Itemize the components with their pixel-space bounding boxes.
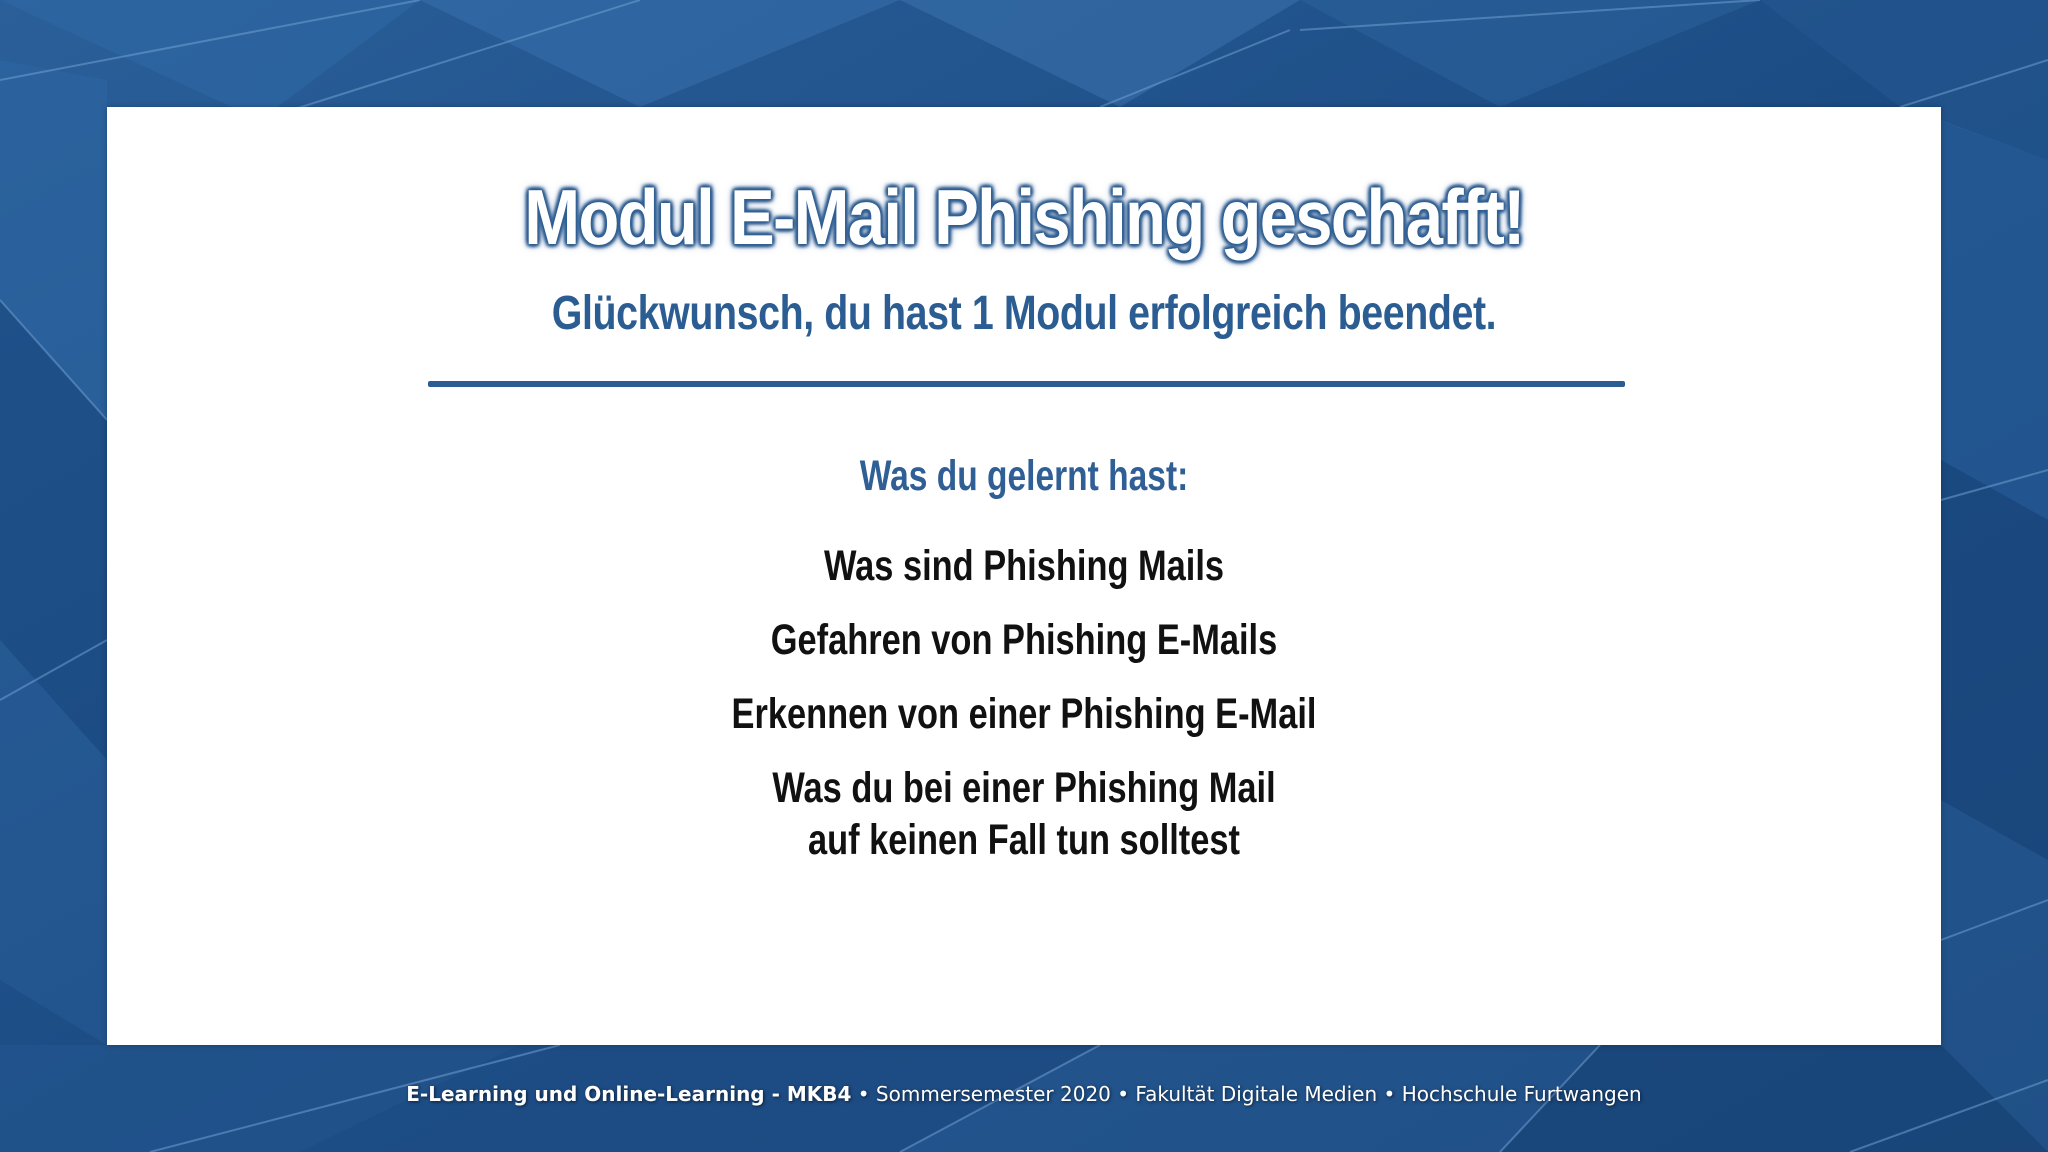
divider [428,381,1625,387]
learned-item: Gefahren von Phishing E-Mails [205,614,1843,666]
learned-item: Erkennen von einer Phishing E-Mail [205,688,1843,740]
learned-heading: Was du gelernt hast: [859,452,1189,500]
footer-course: E-Learning und Online-Learning - MKB4 [406,1082,852,1106]
footer-university: Hochschule Furtwangen [1401,1082,1642,1106]
learned-list: Was sind Phishing Mails Gefahren von Phi… [0,540,2048,888]
footer-separator: • [1383,1082,1396,1106]
page-title: Modul E-Mail Phishing geschafft! [524,173,1525,261]
footer: E-Learning und Online-Learning - MKB4 • … [0,1082,2048,1106]
footer-separator: • [1117,1082,1130,1106]
footer-semester: Sommersemester 2020 [875,1082,1111,1106]
footer-separator: • [857,1082,870,1106]
learned-item-line: Gefahren von Phishing E-Mails [770,616,1278,664]
learned-item-line: Erkennen von einer Phishing E-Mail [731,690,1317,738]
learned-item-line: Was sind Phishing Mails [823,542,1225,590]
learned-item: Was du bei einer Phishing Mail auf keine… [205,762,1843,866]
learned-item-line: Was du bei einer Phishing Mail [772,764,1276,812]
congratulation-subtitle: Glückwunsch, du hast 1 Modul erfolgreich… [551,287,1497,340]
learned-item-line: auf keinen Fall tun solltest [808,816,1240,864]
footer-faculty: Fakultät Digitale Medien [1135,1082,1378,1106]
learned-item: Was sind Phishing Mails [205,540,1843,592]
